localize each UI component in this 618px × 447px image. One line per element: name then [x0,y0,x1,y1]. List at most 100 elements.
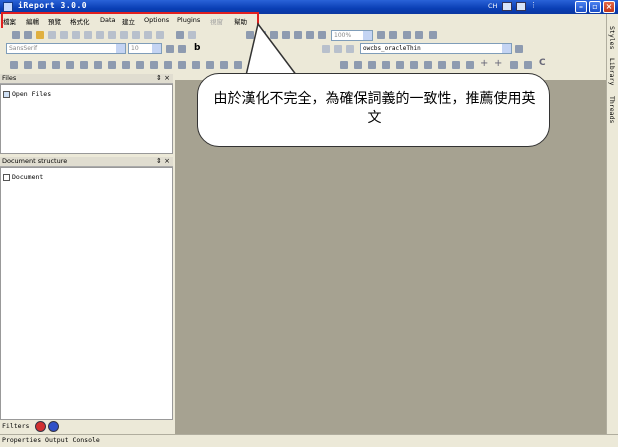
filter-blue-icon[interactable] [48,421,59,432]
toolbar-format: SansSerif 10 b owcbs_oracleThin [0,42,606,56]
zoom-out-icon[interactable] [389,31,397,39]
align-tool-icon[interactable] [192,61,200,69]
align-tool-icon[interactable] [122,61,130,69]
align-tool-icon[interactable] [220,61,228,69]
datasource-select[interactable]: owcbs_oracleThin [360,43,512,54]
font-size-select[interactable]: 10 [128,43,162,54]
align-tool-icon[interactable] [396,61,404,69]
structure-panel-header: Document structure ⇕ × [0,157,173,167]
status-bar: Properties Output Console [0,434,618,447]
undo-icon[interactable] [120,31,128,39]
align-tool-icon[interactable] [136,61,144,69]
align-tool-icon[interactable] [94,61,102,69]
open-icon[interactable] [36,31,44,39]
align-tool-icon[interactable] [524,61,532,69]
zoom-select[interactable]: 100% [331,30,373,41]
align-tool-icon[interactable] [438,61,446,69]
tree-item-open-files[interactable]: Open Files [3,90,51,98]
save-all-icon[interactable] [60,31,68,39]
subreport-tool-icon[interactable] [294,31,302,39]
align-tool-icon[interactable] [234,61,242,69]
font-family-select[interactable]: SansSerif [6,43,126,54]
font-shrink-icon[interactable] [178,45,186,53]
panel-controls[interactable]: ⇕ × [156,157,170,166]
new-icon[interactable] [12,31,20,39]
align-tool-icon[interactable] [354,61,362,69]
delete-icon[interactable] [108,31,116,39]
align-tool-icon[interactable] [66,61,74,69]
input-language-indicator[interactable]: CH [488,2,497,10]
copy-icon[interactable] [84,31,92,39]
tab-styles[interactable]: Styles [608,26,616,49]
align-tool-icon[interactable] [340,61,348,69]
align-left-icon[interactable] [322,45,330,53]
wizard-icon[interactable] [24,31,32,39]
paste-icon[interactable] [96,31,104,39]
align-tool-icon[interactable] [24,61,32,69]
image-tool-icon[interactable] [270,31,278,39]
tab-threads[interactable]: Threads [608,96,616,123]
align-tool-icon[interactable] [10,61,18,69]
save-icon[interactable] [48,31,56,39]
filters-bar: Filters [0,420,173,433]
line-tool-icon[interactable] [188,31,196,39]
align-tool-icon[interactable] [424,61,432,69]
align-tool-icon[interactable] [410,61,418,69]
zoom-in-icon[interactable] [377,31,385,39]
align-tool-icon[interactable] [510,61,518,69]
tab-library[interactable]: Library [608,58,616,85]
align-tool-icon[interactable] [164,61,172,69]
align-tool-icon[interactable] [466,61,474,69]
minimize-button[interactable]: – [575,1,587,13]
close-button[interactable]: × [603,1,615,13]
files-panel: Open Files [0,84,173,154]
plus-icon[interactable]: + [494,58,502,69]
align-tool-icon[interactable] [206,61,214,69]
barcode-tool-icon[interactable] [318,31,326,39]
align-tool-icon[interactable] [368,61,376,69]
datasource-icon[interactable] [429,31,437,39]
bold-icon[interactable]: b [194,43,200,53]
c-icon[interactable]: C [539,58,546,68]
align-tool-icon[interactable] [150,61,158,69]
font-grow-icon[interactable] [166,45,174,53]
field-tool-icon[interactable] [282,31,290,39]
ellipse-tool-icon[interactable] [258,31,266,39]
text-tool-icon[interactable] [156,31,164,39]
structure-panel: Document [0,167,173,420]
align-tool-icon[interactable] [108,61,116,69]
align-tool-icon[interactable] [52,61,60,69]
compile-icon[interactable] [403,31,411,39]
align-tool-icon[interactable] [178,61,186,69]
window-title: iReport 3.0.0 [18,1,88,10]
font-size-value: 10 [131,45,139,52]
align-right-icon[interactable] [346,45,354,53]
cut-icon[interactable] [72,31,80,39]
align-tool-icon[interactable] [452,61,460,69]
chevron-down-icon [116,44,125,53]
folder-icon [3,90,10,98]
panel-controls[interactable]: ⇕ × [156,74,170,83]
redo-icon[interactable] [132,31,140,39]
preview-run-icon[interactable] [415,31,423,39]
keyboard-icon[interactable] [502,2,512,11]
status-tabs[interactable]: Properties Output Console [2,436,100,444]
maximize-button[interactable]: ▫ [589,1,601,13]
filter-red-icon[interactable] [35,421,46,432]
run-icon[interactable] [176,31,184,39]
search-icon[interactable] [144,31,152,39]
right-sidebar: Styles Library Threads [606,14,618,434]
align-tool-icon[interactable] [80,61,88,69]
align-tool-icon[interactable] [382,61,390,69]
chevron-down-icon [502,44,511,53]
chart-tool-icon[interactable] [306,31,314,39]
tray-menu-icon[interactable]: ⋮ [530,1,537,9]
tree-item-document[interactable]: Document [3,173,43,181]
rectangle-tool-icon[interactable] [246,31,254,39]
align-tool-icon[interactable] [38,61,46,69]
plus-icon[interactable]: + [480,58,488,69]
datasource-settings-icon[interactable] [515,45,523,53]
align-center-icon[interactable] [334,45,342,53]
help-icon[interactable] [516,2,526,11]
toolbar-align: + + C [0,58,606,72]
